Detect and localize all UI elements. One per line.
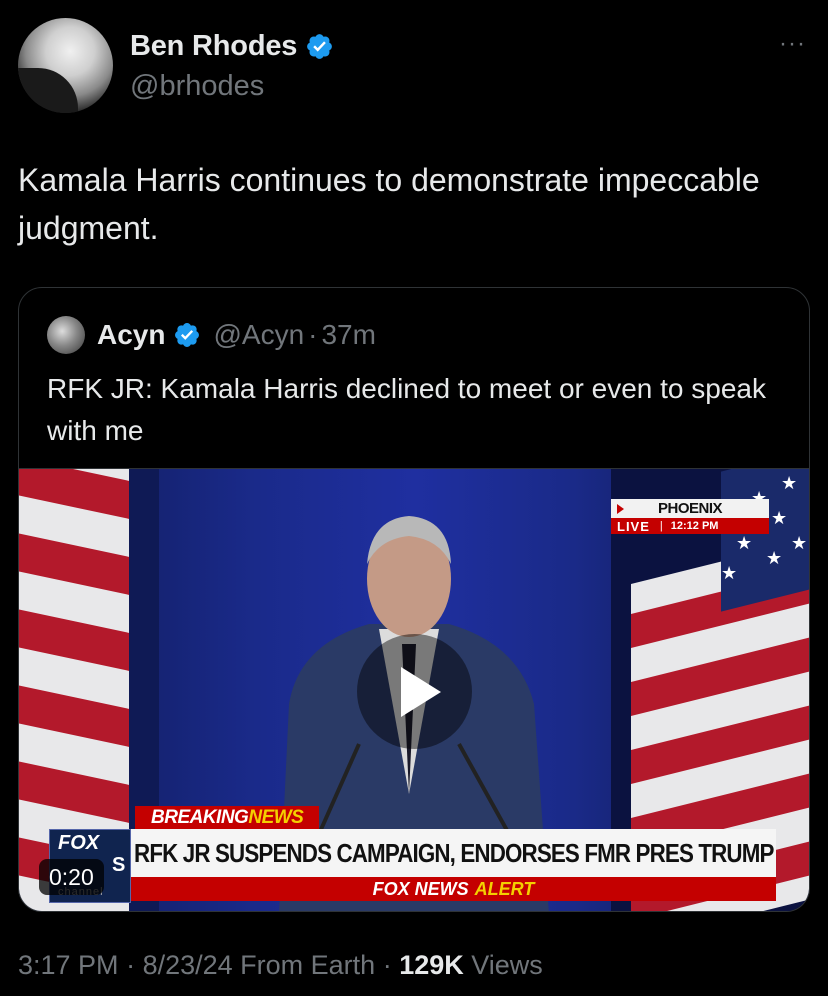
quoted-header: Acyn @Acyn · 37m — [47, 316, 376, 354]
svg-text:★: ★ — [766, 548, 782, 568]
svg-text:★: ★ — [721, 563, 737, 583]
headline-text: RFK JR SUSPENDS CAMPAIGN, ENDORSES FMR P… — [133, 837, 774, 868]
breaking-news-banner: BREAKING NEWS — [135, 806, 320, 830]
video-duration-badge: 0:20 — [39, 859, 104, 895]
more-options-icon[interactable]: ··· — [779, 30, 806, 58]
quoted-verified-badge-icon — [175, 323, 200, 347]
quoted-timestamp[interactable]: 37m — [321, 319, 375, 351]
views-count[interactable]: 129K — [399, 950, 464, 980]
tweet-location: From Earth — [232, 950, 376, 980]
video-player[interactable]: ★ ★ ★ ★ ★ ★ ★ PHOENIX LIVE | 12:12 PM BR… — [19, 468, 809, 911]
verified-badge-icon — [307, 34, 333, 59]
alert-brand: FOX NEWS — [372, 878, 469, 899]
meta-separator-1: · — [118, 950, 143, 980]
play-icon — [401, 667, 441, 717]
play-button[interactable] — [357, 634, 472, 749]
author-name-row[interactable]: Ben Rhodes — [130, 30, 334, 63]
author-name[interactable]: Ben Rhodes — [130, 30, 297, 63]
author-avatar[interactable] — [18, 18, 113, 113]
meta-separator-2: · — [375, 950, 400, 980]
live-separator: | — [659, 520, 663, 532]
svg-text:★: ★ — [771, 508, 787, 528]
fox-logo-text: FOX — [58, 832, 100, 854]
news-headline: RFK JR SUSPENDS CAMPAIGN, ENDORSES FMR P… — [131, 829, 776, 877]
live-time: 12:12 PM — [670, 520, 719, 532]
author-handle[interactable]: @brhodes — [130, 70, 264, 103]
svg-text:★: ★ — [791, 533, 807, 553]
svg-text:★: ★ — [781, 473, 797, 493]
quoted-tweet-card[interactable]: Acyn @Acyn · 37m RFK JR: Kamala Harris d… — [18, 287, 810, 912]
live-bug-overlay: PHOENIX LIVE | 12:12 PM — [611, 499, 769, 537]
fox-logo-s: S — [112, 854, 126, 876]
live-city: PHOENIX — [658, 500, 723, 517]
quoted-author-handle[interactable]: @Acyn — [213, 319, 304, 351]
tweet-meta: 3:17 PM · 8/23/24 From Earth · 129K View… — [18, 950, 543, 981]
live-arrow-icon — [617, 503, 624, 514]
quoted-avatar[interactable] — [47, 316, 85, 354]
quoted-separator: · — [308, 319, 318, 350]
views-label[interactable]: Views — [464, 950, 543, 980]
alert-word: ALERT — [474, 878, 535, 899]
news-word: NEWS — [248, 807, 304, 828]
live-label: LIVE — [617, 518, 650, 534]
fox-news-alert-bar: FOX NEWS ALERT — [131, 877, 776, 901]
tweet-date[interactable]: 8/23/24 — [143, 950, 233, 980]
quoted-author-name[interactable]: Acyn — [97, 319, 165, 351]
breaking-word: BREAKING — [151, 807, 249, 828]
quoted-text: RFK JR: Kamala Harris declined to meet o… — [47, 373, 766, 446]
tweet-text: Kamala Harris continues to demonstrate i… — [18, 162, 760, 246]
tweet-time[interactable]: 3:17 PM — [18, 950, 119, 980]
